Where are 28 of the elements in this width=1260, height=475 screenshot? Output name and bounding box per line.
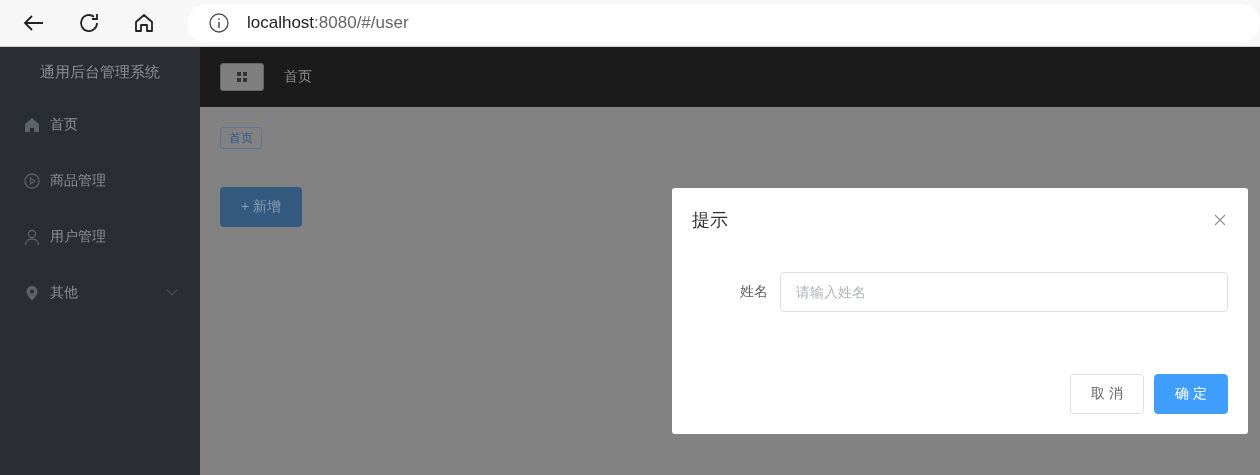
play-icon (24, 173, 40, 189)
user-icon (24, 229, 40, 245)
grid-icon (237, 72, 247, 82)
menu-item[interactable]: 商品管理 (0, 153, 200, 209)
field-label: 姓名 (739, 283, 768, 301)
info-icon[interactable] (209, 13, 229, 33)
cancel-button[interactable]: 取 消 (1070, 374, 1144, 414)
name-input[interactable]: 请输入姓名 (780, 272, 1228, 312)
menu-item[interactable]: 用户管理 (0, 209, 200, 265)
home-icon[interactable] (132, 11, 156, 35)
add-button[interactable]: + 新增 (220, 187, 302, 227)
location-icon (24, 285, 40, 301)
menu-label: 商品管理 (50, 172, 107, 190)
home-icon (24, 117, 40, 133)
dialog-title: 提示 (692, 208, 728, 232)
close-icon[interactable] (1214, 214, 1226, 226)
menu-item[interactable]: 其他 (0, 265, 200, 321)
app-title: 通用后台管理系统 (39, 61, 161, 83)
menu-toggle-button[interactable] (220, 63, 264, 91)
menu-item[interactable]: 首页 (0, 97, 200, 153)
menu-label: 用户管理 (50, 228, 107, 246)
menu-label: 其他 (50, 284, 79, 302)
address-bar[interactable]: localhost:8080/#/user (187, 4, 1260, 42)
confirm-button[interactable]: 确 定 (1154, 374, 1228, 414)
reload-icon[interactable] (77, 11, 101, 35)
url-text: localhost:8080/#/user (247, 13, 409, 33)
menu-label: 首页 (50, 116, 79, 134)
page-title: 首页 (284, 68, 312, 86)
